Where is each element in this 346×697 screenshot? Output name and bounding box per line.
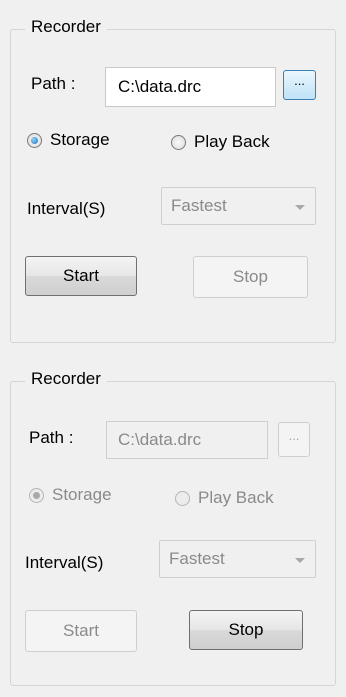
interval-label: Interval(S) [27, 199, 106, 218]
interval-select-value: Fastest [169, 549, 225, 568]
radio-selected-icon [27, 132, 42, 148]
path-label: Path : [31, 74, 76, 93]
chevron-down-icon [295, 558, 305, 563]
path-input[interactable]: C:\data.drc [105, 67, 276, 107]
interval-label: Interval(S) [25, 553, 104, 572]
stop-button[interactable]: Stop [193, 256, 308, 298]
interval-select[interactable]: Fastest [159, 540, 316, 578]
start-button[interactable]: Start [25, 256, 137, 296]
recorder-panel-idle: Recorder Path : C:\data.drc ... Storage … [10, 17, 336, 343]
recorder-panel-recording: Recorder Path : C:\data.drc ... Storage … [10, 369, 336, 686]
radio-storage-label: Storage [52, 485, 112, 504]
radio-playback[interactable]: Play Back [175, 488, 274, 508]
panel-title: Recorder [25, 369, 107, 389]
stop-button[interactable]: Stop [189, 610, 303, 650]
radio-playback-label: Play Back [198, 488, 274, 507]
path-label: Path : [29, 428, 74, 447]
browse-button[interactable]: ... [283, 70, 316, 100]
radio-unselected-icon [175, 490, 190, 506]
radio-storage-label: Storage [50, 130, 110, 149]
path-input[interactable]: C:\data.drc [106, 421, 268, 459]
radio-playback[interactable]: Play Back [171, 132, 270, 152]
interval-select[interactable]: Fastest [161, 187, 316, 225]
radio-storage[interactable]: Storage [27, 130, 110, 150]
chevron-down-icon [295, 205, 305, 210]
interval-select-value: Fastest [171, 196, 227, 215]
radio-storage[interactable]: Storage [29, 485, 112, 505]
radio-playback-label: Play Back [194, 132, 270, 151]
panel-title: Recorder [25, 17, 107, 37]
radio-unselected-icon [171, 134, 186, 150]
radio-selected-icon [29, 487, 44, 503]
browse-button[interactable]: ... [278, 422, 310, 457]
start-button[interactable]: Start [25, 610, 137, 652]
